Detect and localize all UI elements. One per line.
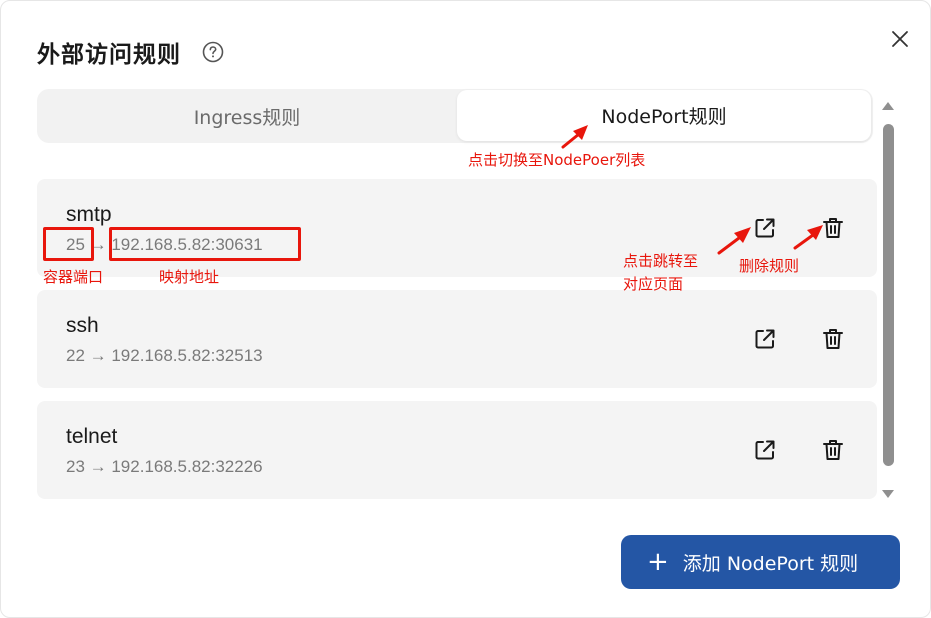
scroll-up-arrow-icon[interactable] [881, 101, 895, 111]
rule-card-telnet: telnet 23 → 192.168.5.82:32226 [37, 401, 877, 499]
external-link-icon[interactable] [753, 327, 777, 351]
add-nodeport-rule-button[interactable]: + 添加 NodePort 规则 [621, 535, 900, 589]
annotation-arrow-delete [793, 225, 823, 250]
annotation-box-container-port [43, 227, 94, 261]
annotation-arrow-tab [561, 125, 588, 149]
plus-icon: + [647, 547, 669, 577]
scrollbar-thumb[interactable] [883, 124, 894, 466]
annotation-jump-line1: 点击跳转至 [623, 252, 699, 270]
scroll-down-arrow-icon[interactable] [881, 489, 895, 499]
rule-type-tabs: Ingress规则 NodePort规则 [37, 89, 873, 143]
annotation-arrow-jump [717, 227, 751, 255]
trash-icon[interactable] [822, 327, 844, 351]
annotation-tab-hint: 点击切换至NodePoer列表 [468, 151, 646, 169]
rule-name: telnet [66, 425, 118, 448]
annotation-container-port: 容器端口 [43, 268, 104, 286]
rule-card-ssh: ssh 22 → 192.168.5.82:32513 [37, 290, 877, 388]
rule-name: ssh [66, 314, 99, 337]
annotation-box-mapped-address [109, 227, 301, 261]
tab-ingress[interactable]: Ingress规则 [37, 89, 457, 143]
annotation-mapped-address: 映射地址 [159, 268, 220, 286]
tab-nodeport[interactable]: NodePort规则 [457, 90, 871, 141]
external-access-dialog: 外部访问规则 Ingress规则 NodePort规则 smtp 25 → 19… [0, 0, 931, 618]
external-link-icon[interactable] [753, 438, 777, 462]
rule-port-mapping: 23 → 192.168.5.82:32226 [66, 457, 263, 476]
add-button-label: 添加 NodePort 规则 [682, 552, 859, 575]
dialog-title: 外部访问规则 [37, 42, 181, 68]
trash-icon[interactable] [822, 438, 844, 462]
close-icon[interactable] [890, 29, 910, 49]
rule-name: smtp [66, 203, 112, 226]
help-circle-icon[interactable] [202, 41, 224, 63]
rule-port-mapping: 22 → 192.168.5.82:32513 [66, 346, 263, 365]
external-link-icon[interactable] [753, 216, 777, 240]
annotation-delete-rule: 删除规则 [739, 257, 800, 275]
annotation-jump-line2: 对应页面 [623, 275, 684, 293]
